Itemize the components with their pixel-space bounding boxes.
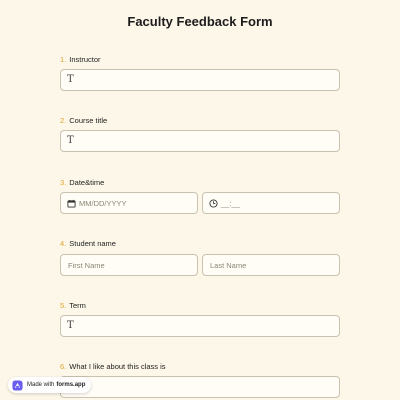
first-name-input[interactable]: First Name bbox=[60, 254, 198, 276]
badge-brand: forms.app bbox=[56, 382, 86, 388]
question-label: 4. Student name bbox=[60, 239, 340, 249]
clock-icon bbox=[209, 199, 218, 208]
text-type-icon: T bbox=[67, 74, 74, 85]
text-type-icon: T bbox=[67, 135, 74, 146]
question-date-time: 3. Date&time MM/DD/YYYY __:__ bbox=[60, 178, 340, 214]
question-text: Term bbox=[69, 301, 86, 310]
calendar-icon bbox=[67, 199, 76, 208]
time-input[interactable]: __:__ bbox=[202, 192, 340, 214]
question-number: 2. bbox=[60, 116, 67, 125]
question-student-name: 4. Student name First Name Last Name bbox=[60, 239, 340, 276]
last-name-placeholder: Last Name bbox=[210, 261, 247, 270]
question-what-i-like: 6. What I like about this class is bbox=[60, 362, 340, 398]
question-number: 1. bbox=[60, 55, 67, 64]
badge-prefix: Made with bbox=[27, 382, 55, 388]
date-placeholder: MM/DD/YYYY bbox=[79, 199, 127, 208]
question-text: Course title bbox=[69, 116, 108, 125]
question-number: 3. bbox=[60, 178, 67, 187]
question-number: 5. bbox=[60, 301, 67, 310]
course-title-input[interactable]: T bbox=[60, 130, 340, 152]
first-name-placeholder: First Name bbox=[68, 261, 105, 270]
question-label: 5. Term bbox=[60, 301, 340, 311]
question-label: 6. What I like about this class is bbox=[60, 362, 340, 372]
question-label: 2. Course title bbox=[60, 116, 340, 126]
date-input[interactable]: MM/DD/YYYY bbox=[60, 192, 198, 214]
form-title: Faculty Feedback Form bbox=[127, 14, 273, 29]
question-label: 3. Date&time bbox=[60, 178, 340, 188]
form-page: Faculty Feedback Form 1. Instructor T 2. C… bbox=[0, 0, 400, 400]
question-text: What I like about this class is bbox=[69, 362, 166, 371]
question-course-title: 2. Course title T bbox=[60, 116, 340, 152]
time-placeholder: __:__ bbox=[221, 199, 240, 208]
question-instructor: 1. Instructor T bbox=[60, 55, 340, 91]
text-type-icon: T bbox=[67, 320, 74, 331]
question-label: 1. Instructor bbox=[60, 55, 340, 65]
made-with-badge[interactable]: Made with forms.app bbox=[8, 377, 92, 393]
question-text: Date&time bbox=[69, 178, 105, 187]
question-term: 5. Term T bbox=[60, 301, 340, 337]
last-name-input[interactable]: Last Name bbox=[202, 254, 340, 276]
instructor-input[interactable]: T bbox=[60, 69, 340, 91]
question-text: Student name bbox=[69, 239, 116, 248]
question-number: 4. bbox=[60, 239, 67, 248]
term-input[interactable]: T bbox=[60, 315, 340, 337]
what-i-like-input[interactable] bbox=[60, 376, 340, 398]
forms-app-logo-icon bbox=[12, 379, 23, 391]
question-text: Instructor bbox=[69, 55, 101, 64]
question-number: 6. bbox=[60, 362, 67, 371]
